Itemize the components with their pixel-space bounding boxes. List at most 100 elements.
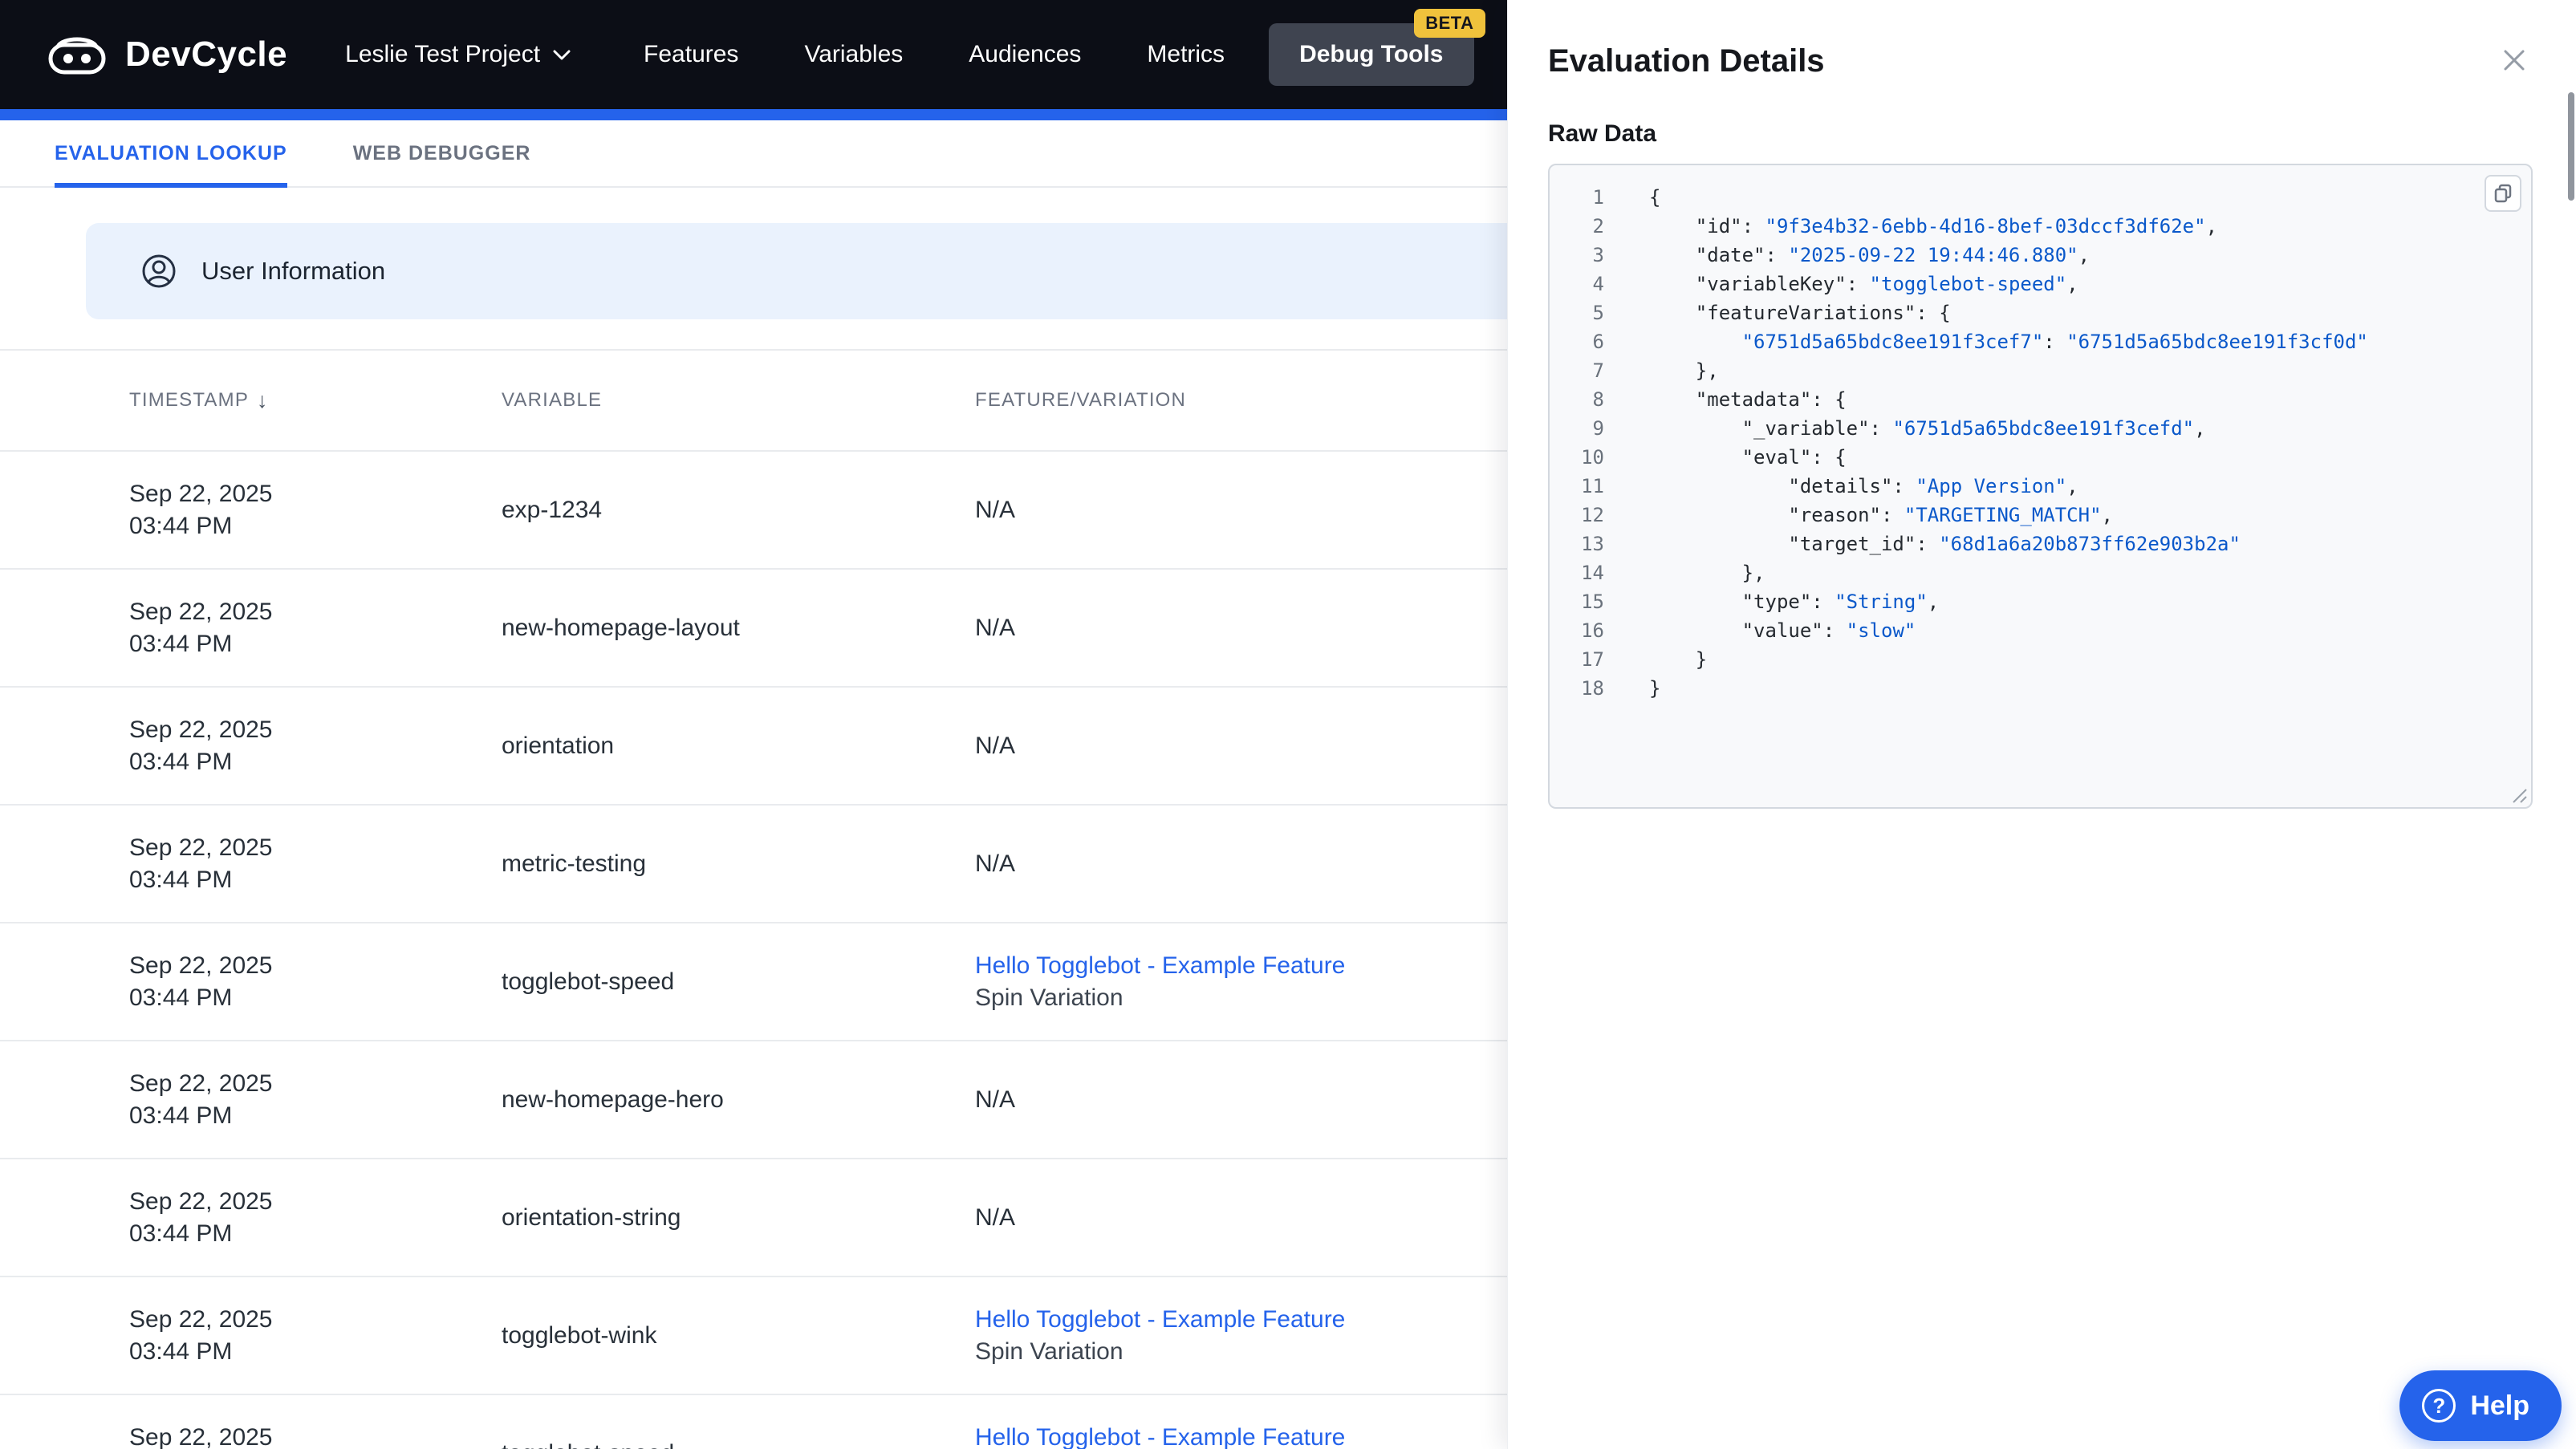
tab-evaluation-lookup[interactable]: EVALUATION LOOKUP — [55, 120, 287, 188]
column-header-timestamp[interactable]: TIMESTAMP ↓ — [129, 388, 502, 413]
code-plain-token: "id": — [1649, 215, 1765, 237]
line-number: 10 — [1581, 446, 1604, 469]
brand-name: DevCycle — [125, 34, 288, 74]
code-text: "id": "9f3e4b32-6ebb-4d16-8bef-03dccf3df… — [1604, 212, 2217, 241]
code-line: 9 "_variable": "6751d5a65bdc8ee191f3cefd… — [1550, 414, 2531, 443]
sort-desc-icon[interactable]: ↓ — [257, 388, 269, 413]
code-plain-token: } — [1649, 677, 1661, 700]
code-text: "details": "App Version", — [1604, 472, 2078, 501]
help-button[interactable]: ? Help — [2399, 1370, 2562, 1441]
code-line: 13 "target_id": "68d1a6a20b873ff62e903b2… — [1550, 530, 2531, 558]
code-line: 2 "id": "9f3e4b32-6ebb-4d16-8bef-03dccf3… — [1550, 212, 2531, 241]
code-plain-token: : — [2043, 331, 2067, 353]
column-header-variable[interactable]: VARIABLE — [502, 389, 975, 412]
variable-cell: togglebot-wink — [502, 1322, 975, 1350]
variable-cell: orientation-string — [502, 1204, 975, 1232]
code-plain-token — [1649, 331, 1742, 353]
timestamp-time: 03:44 PM — [129, 1220, 233, 1247]
feature-value: N/A — [975, 1203, 1016, 1231]
code-line: 17 } — [1550, 645, 2531, 674]
code-string-token: "TARGETING_MATCH" — [1904, 504, 2102, 526]
code-line: 16 "value": "slow" — [1550, 616, 2531, 645]
project-selector[interactable]: Leslie Test Project — [345, 41, 571, 68]
code-line: 14 }, — [1550, 558, 2531, 587]
feature-value: N/A — [975, 850, 1016, 877]
variable-cell: new-homepage-layout — [502, 615, 975, 642]
variable-cell: orientation — [502, 733, 975, 760]
code-plain-token: "_variable": — [1649, 417, 1893, 440]
timestamp-date: Sep 22, 2025 — [129, 1070, 273, 1097]
chevron-down-icon — [553, 50, 571, 59]
panel-header: Evaluation Details — [1548, 39, 2533, 83]
project-name: Leslie Test Project — [345, 41, 541, 67]
code-plain-token: , — [2066, 273, 2078, 295]
code-plain-token: "date": — [1649, 244, 1789, 266]
timestamp-cell: Sep 22, 202503:44 PM — [129, 1422, 502, 1449]
feature-value: N/A — [975, 732, 1016, 759]
code-string-token: "68d1a6a20b873ff62e903b2a" — [1939, 533, 2241, 555]
line-number: 3 — [1592, 244, 1604, 266]
code-text: "reason": "TARGETING_MATCH", — [1604, 501, 2113, 530]
code-plain-token: }, — [1649, 359, 1719, 382]
code-plain-token: , — [2101, 504, 2113, 526]
code-text: "_variable": "6751d5a65bdc8ee191f3cefd", — [1604, 414, 2206, 443]
code-plain-token: "value": — [1649, 619, 1847, 642]
code-plain-token: "details": — [1649, 475, 1916, 497]
timestamp-cell: Sep 22, 202503:44 PM — [129, 478, 502, 542]
devcycle-logo-icon — [48, 37, 106, 75]
code-text: "date": "2025-09-22 19:44:46.880", — [1604, 241, 2090, 270]
code-text: "6751d5a65bdc8ee191f3cef7": "6751d5a65bd… — [1604, 327, 2368, 356]
nav-item-variables[interactable]: Variables — [771, 41, 936, 68]
line-number: 1 — [1592, 186, 1604, 209]
code-plain-token: } — [1649, 648, 1708, 671]
code-string-token: "6751d5a65bdc8ee191f3cefd" — [1892, 417, 2195, 440]
feature-value: N/A — [975, 496, 1016, 523]
line-number: 18 — [1581, 677, 1604, 700]
code-line: 10 "eval": { — [1550, 443, 2531, 472]
nav-item-features[interactable]: Features — [611, 41, 771, 68]
evaluation-details-panel: Evaluation Details Raw Data 1{2 "id": "9… — [1507, 0, 2576, 1449]
tab-web-debugger[interactable]: WEB DEBUGGER — [353, 120, 531, 186]
code-plain-token: "featureVariations": { — [1649, 302, 1951, 324]
code-plain-token: , — [1927, 591, 1940, 613]
timestamp-date: Sep 22, 2025 — [129, 1305, 273, 1333]
timestamp-time: 03:44 PM — [129, 984, 233, 1011]
variable-cell: togglebot-speed — [502, 1440, 975, 1449]
code-line: 18} — [1550, 674, 2531, 703]
variable-name: orientation-string — [502, 1203, 681, 1231]
line-number: 5 — [1592, 302, 1604, 324]
close-icon[interactable] — [2496, 42, 2533, 81]
code-line: 6 "6751d5a65bdc8ee191f3cef7": "6751d5a65… — [1550, 327, 2531, 356]
code-plain-token: "reason": — [1649, 504, 1904, 526]
brand[interactable]: DevCycle — [47, 33, 287, 76]
nav-item-audiences[interactable]: Audiences — [936, 41, 1114, 68]
code-line: 3 "date": "2025-09-22 19:44:46.880", — [1550, 241, 2531, 270]
resize-grip-icon[interactable] — [2507, 783, 2528, 804]
variable-name: metric-testing — [502, 850, 647, 877]
variable-name: exp-1234 — [502, 496, 603, 523]
line-number: 11 — [1581, 475, 1604, 497]
line-number: 2 — [1592, 215, 1604, 237]
panel-title: Evaluation Details — [1548, 43, 1825, 79]
timestamp-cell: Sep 22, 202503:44 PM — [129, 714, 502, 778]
code-line: 11 "details": "App Version", — [1550, 472, 2531, 501]
copy-icon[interactable] — [2485, 175, 2521, 212]
timestamp-time: 03:44 PM — [129, 866, 233, 893]
scrollbar-thumb[interactable] — [2568, 92, 2574, 201]
code-line: 4 "variableKey": "togglebot-speed", — [1550, 270, 2531, 298]
code-string-token: "9f3e4b32-6ebb-4d16-8bef-03dccf3df62e" — [1765, 215, 2206, 237]
code-line: 15 "type": "String", — [1550, 587, 2531, 616]
code-plain-token: "variableKey": — [1649, 273, 1870, 295]
raw-data-code-block[interactable]: 1{2 "id": "9f3e4b32-6ebb-4d16-8bef-03dcc… — [1548, 164, 2533, 809]
variable-name: orientation — [502, 732, 615, 759]
timestamp-cell: Sep 22, 202503:44 PM — [129, 950, 502, 1014]
variable-name: new-homepage-hero — [502, 1086, 724, 1113]
timestamp-date: Sep 22, 2025 — [129, 480, 273, 507]
nav-item-metrics[interactable]: Metrics — [1114, 41, 1258, 68]
code-text: { — [1604, 183, 1660, 212]
code-text: }, — [1604, 356, 1719, 385]
code-line: 1{ — [1550, 183, 2531, 212]
variable-cell: exp-1234 — [502, 497, 975, 524]
column-label: TIMESTAMP — [129, 389, 250, 411]
code-text: }, — [1604, 558, 1765, 587]
